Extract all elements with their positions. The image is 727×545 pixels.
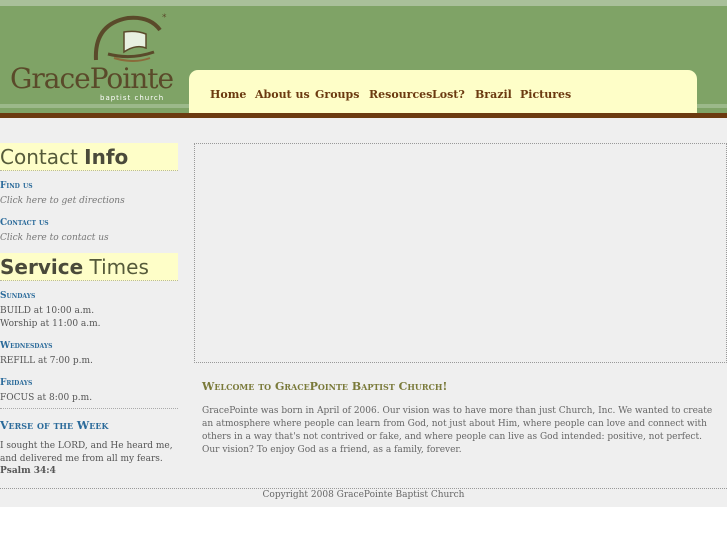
sundays-label: Sundays [0,291,36,301]
sidebar-divider [0,408,178,409]
contact-heading-light: Contact [0,145,85,169]
welcome-title: Welcome to GracePointe Baptist Church! [202,380,448,393]
contact-us-link[interactable]: Contact us [0,218,49,228]
main-nav: Home About us Groups Resources Lost? Bra… [189,70,697,113]
footer-copyright: Copyright 2008 GracePointe Baptist Churc… [262,490,465,500]
verse-title: Verse of the Week [0,419,109,432]
verse-line-1: I sought the LORD, and He heard me, [0,441,173,451]
nav-item-groups[interactable]: Groups [315,88,359,101]
nav-item-lost[interactable]: Lost? [432,88,465,101]
logo-subtitle: baptist church [100,94,165,102]
fridays-focus: FOCUS at 8:00 p.m. [0,393,93,403]
nav-item-about-us[interactable]: About us [255,88,310,101]
sundays-build: BUILD at 10:00 a.m. [0,306,95,316]
service-heading-bold: Service [0,255,84,279]
site-logo[interactable]: * GracePointe baptist church [6,12,182,106]
contact-heading-bold: Info [84,145,129,169]
wednesdays-label: Wednesdays [0,341,53,351]
footer-divider [0,488,727,489]
nav-item-brazil[interactable]: Brazil [475,88,512,101]
nav-item-home[interactable]: Home [210,88,246,101]
nav-item-resources[interactable]: Resources [369,88,432,101]
fridays-label: Fridays [0,378,33,388]
service-times-heading: Service Times [0,253,178,281]
nav-item-pictures[interactable]: Pictures [520,88,571,101]
feature-box [194,143,727,363]
wednesdays-refill: REFILL at 7:00 p.m. [0,356,93,366]
logo-name: GracePointe [10,62,174,95]
contact-info-heading: Contact Info [0,143,178,171]
find-us-link[interactable]: Find us [0,181,33,191]
verse-line-2: and delivered me from all my fears. [0,454,163,464]
sundays-worship: Worship at 11:00 a.m. [0,319,101,329]
welcome-body: GracePointe was born in April of 2006. O… [202,406,713,455]
svg-text:*: * [162,13,167,23]
directions-link[interactable]: Click here to get directions [0,196,125,206]
verse-reference: Psalm 34:4 [0,466,56,476]
contact-form-link[interactable]: Click here to contact us [0,233,109,243]
service-heading-light: Times [83,255,149,279]
